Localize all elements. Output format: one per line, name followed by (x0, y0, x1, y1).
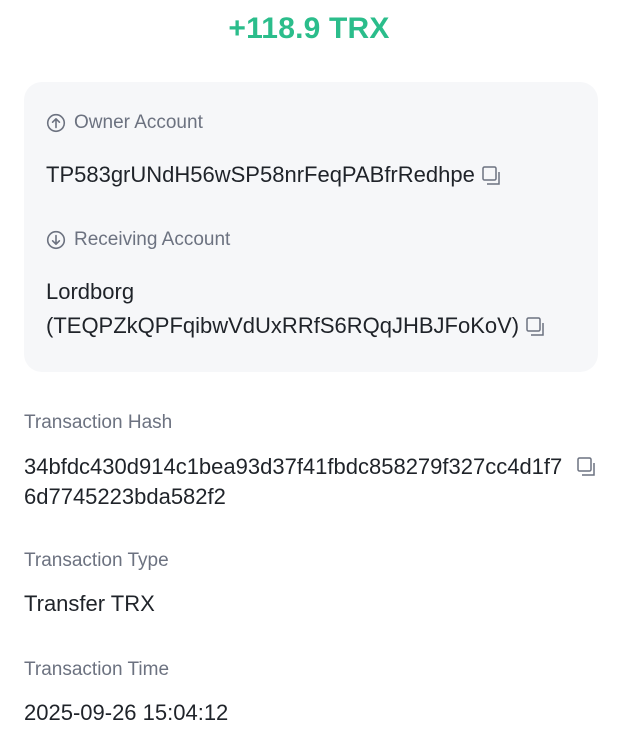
receiving-account-label: Receiving Account (74, 229, 231, 250)
owner-account-label: Owner Account (74, 112, 203, 133)
copy-receiving-address-icon[interactable] (525, 316, 547, 338)
owner-account-label-row: Owner Account (46, 112, 203, 134)
arrow-up-circle-icon (46, 113, 66, 133)
owner-account-address[interactable]: TP583grUNdH56wSP58nrFeqPABfrRedhpe (46, 162, 475, 187)
arrow-down-circle-icon (46, 230, 66, 250)
transaction-amount: +118.9 TRX (228, 12, 390, 45)
accounts-card: Owner Account TP583grUNdH56wSP58nrFeqPAB… (24, 82, 598, 372)
owner-account-value: TP583grUNdH56wSP58nrFeqPABfrRedhpe (46, 158, 503, 192)
transaction-hash-label: Transaction Hash (24, 412, 173, 433)
receiving-account-value: Lordborg (TEQPZkQPFqibwVdUxRRfS6RQqJHBJF… (46, 275, 547, 343)
receiving-account-name[interactable]: Lordborg (46, 275, 547, 309)
transaction-type-value: Transfer TRX (24, 591, 155, 616)
transaction-type-label: Transaction Type (24, 550, 169, 571)
copy-owner-address-icon[interactable] (481, 165, 503, 187)
receiving-account-label-row: Receiving Account (46, 229, 230, 251)
transaction-hash-value[interactable]: 34bfdc430d914c1bea93d37f41fbdc858279f327… (24, 452, 569, 512)
copy-transaction-hash-icon[interactable] (576, 456, 598, 478)
receiving-account-address[interactable]: (TEQPZkQPFqibwVdUxRRfS6RQqJHBJFoKoV) (46, 313, 519, 338)
transaction-time-label: Transaction Time (24, 659, 170, 680)
transaction-time-value: 2025-09-26 15:04:12 (24, 700, 229, 725)
